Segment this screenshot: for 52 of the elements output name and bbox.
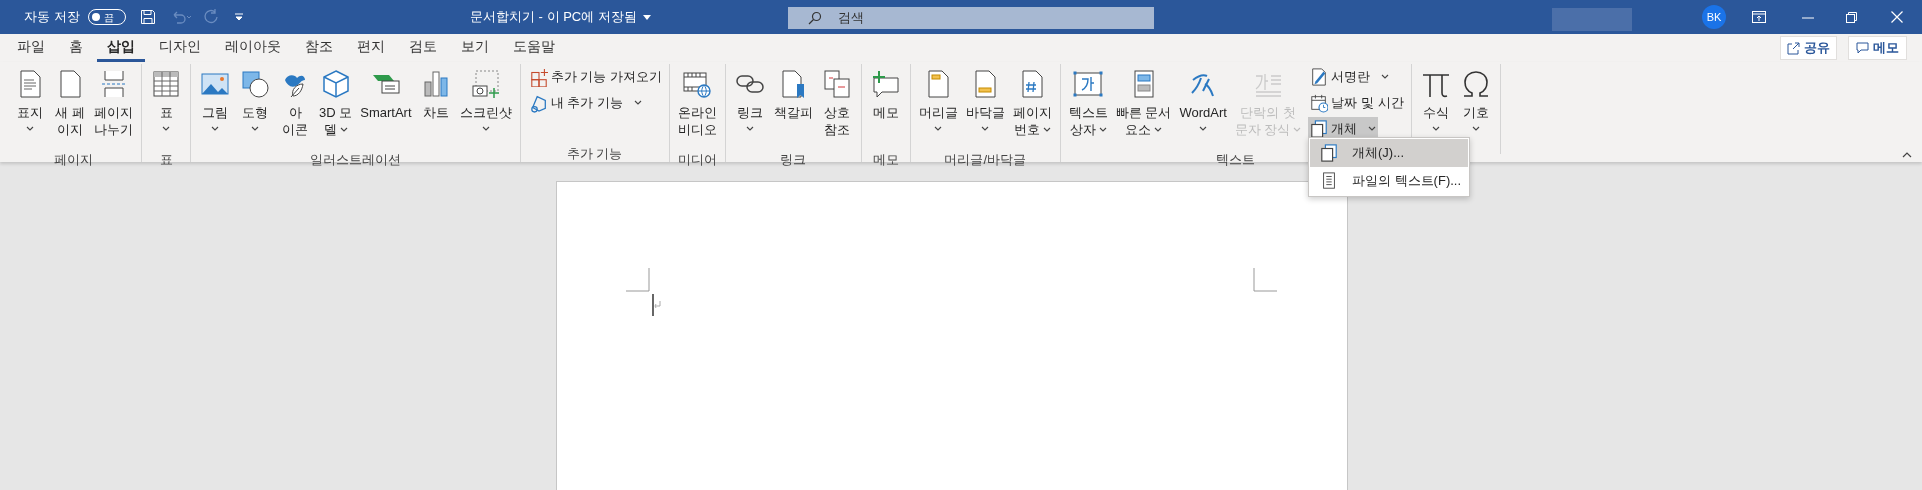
ribbon-button[interactable]: 메모	[866, 64, 905, 150]
group-label: 표	[159, 151, 173, 168]
ribbon-tab[interactable]: 검토	[399, 34, 447, 62]
ribbon-button[interactable]: 아 이콘	[276, 64, 314, 150]
group-label: 링크	[780, 151, 807, 168]
ribbon-tab[interactable]: 편지	[347, 34, 395, 62]
ribbon-button[interactable]: 페이지 나누기	[91, 64, 136, 150]
document-title: 문서합치기 - 이 PC에 저장됨	[470, 8, 637, 27]
ribbon-tab[interactable]: 참조	[295, 34, 343, 62]
ribbon-button[interactable]: 표지	[11, 64, 49, 150]
ribbon-button[interactable]: WordArt	[1176, 64, 1230, 150]
ribbon-button[interactable]: 빠른 문서 요소	[1112, 64, 1175, 150]
ribbon-button[interactable]: 머리글	[915, 64, 961, 150]
ribbon-button[interactable]: 책갈피	[770, 64, 816, 150]
ribbon-button[interactable]: 스크린샷	[456, 64, 515, 150]
ribbon-tab[interactable]: 파일	[7, 34, 55, 62]
ribbon-button[interactable]: 텍스트 상자	[1065, 64, 1111, 150]
comments-button[interactable]: 메모	[1848, 36, 1907, 60]
ribbon-button[interactable]: 표	[147, 64, 185, 150]
ribbon-tab[interactable]: 레이아웃	[215, 34, 291, 62]
ribbon-button[interactable]: 상호 참조	[817, 64, 856, 150]
group-label: 미디어	[677, 151, 717, 168]
ribbon-button[interactable]: 바닥글	[962, 64, 1008, 150]
ribbon-button[interactable]: 3D 모 델	[316, 64, 356, 150]
ribbon-small-button[interactable]: 추가 기능 가져오기	[527, 65, 664, 88]
ribbon-button[interactable]: 도형	[236, 64, 274, 150]
ribbon-button[interactable]: 페이지 번호	[1009, 64, 1055, 150]
ribbon-small-button[interactable]: 날짜 및 시간	[1308, 91, 1406, 114]
ribbon-button[interactable]: 링크	[730, 64, 769, 150]
group-label: 일러스트레이션	[309, 151, 401, 168]
share-button[interactable]: 공유	[1780, 36, 1837, 60]
group-label: 페이지	[54, 151, 93, 168]
ribbon-small-button[interactable]: 내 추가 기능	[527, 91, 644, 114]
ribbon-button[interactable]: 차트	[416, 64, 455, 150]
search-field[interactable]: 검색	[788, 7, 1154, 29]
menu-item[interactable]: 개체(J)...	[1310, 139, 1468, 167]
ribbon-tab[interactable]: 홈	[59, 34, 93, 62]
group-label: 텍스트	[1216, 151, 1256, 168]
ribbon-tab[interactable]: 보기	[451, 34, 499, 62]
autosave-label: 자동 저장	[24, 8, 80, 27]
ribbon-button[interactable]: 온라인 비디오	[674, 64, 720, 150]
ribbon-button[interactable]: 새 페 이지	[51, 64, 89, 150]
menu-item[interactable]: 파일의 텍스트(F)...	[1310, 167, 1468, 195]
ribbon-button[interactable]: SmartArt	[357, 64, 415, 150]
user-avatar[interactable]: BK	[1702, 5, 1726, 29]
ribbon-tab[interactable]: 디자인	[149, 34, 211, 62]
group-label: 머리글/바닥글	[944, 151, 1027, 168]
ribbon-button[interactable]: 그림	[196, 64, 234, 150]
group-label: 추가 기능	[566, 145, 623, 162]
ribbon-tab[interactable]: 도움말	[503, 34, 565, 62]
ribbon-small-button[interactable]: 서명란	[1308, 65, 1392, 88]
group-label: 메모	[872, 151, 899, 168]
